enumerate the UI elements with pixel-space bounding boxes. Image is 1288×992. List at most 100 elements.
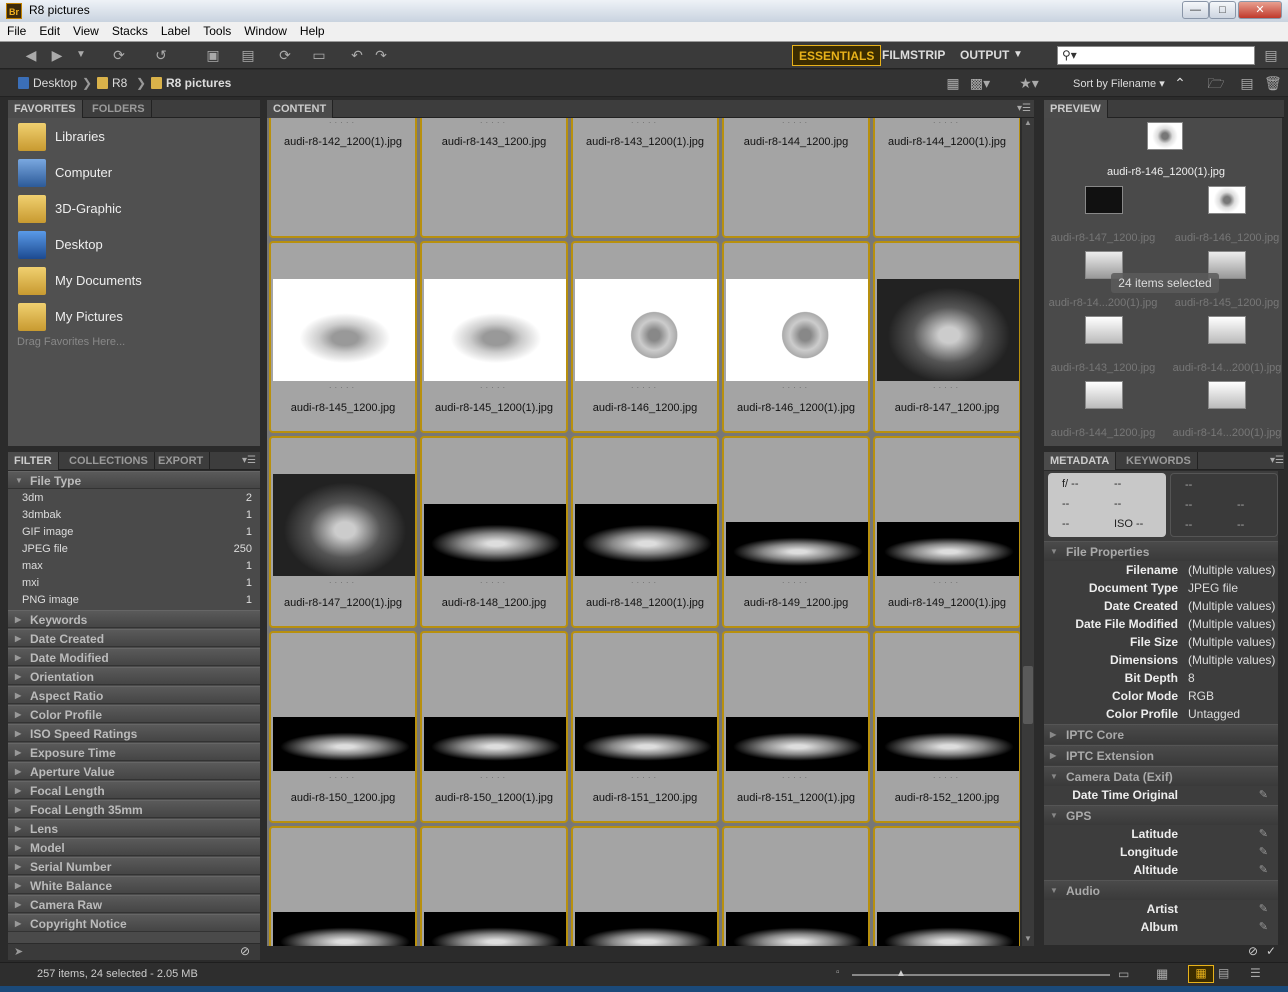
- metadata-row[interactable]: Dimensions (Multiple values): [1044, 653, 1278, 671]
- thumbnail-cell[interactable]: ····· audi-r8-151_1200.jpg: [571, 631, 719, 823]
- filter-section-color-profile[interactable]: ▶ Color Profile: [8, 705, 260, 723]
- metadata-row-gps[interactable]: Latitude ✎: [1044, 827, 1278, 845]
- filter-section-date-modified[interactable]: ▶ Date Modified: [8, 648, 260, 666]
- photoshop-icon[interactable]: ⟳: [274, 46, 296, 64]
- menu-help[interactable]: Help: [293, 22, 331, 38]
- edit-pencil-icon[interactable]: ✎: [1259, 827, 1268, 840]
- menu-tools[interactable]: Tools: [196, 22, 237, 38]
- rotate-right-icon[interactable]: ↷: [372, 46, 390, 64]
- preview-thumb[interactable]: [1208, 316, 1246, 344]
- preview-main-thumb[interactable]: [1147, 122, 1183, 150]
- thumbnail-cell[interactable]: ····· audi-r8-146_1200.jpg: [571, 241, 719, 433]
- metadata-row-audio[interactable]: Album ✎: [1044, 920, 1278, 938]
- section-audio[interactable]: ▼ Audio: [1044, 880, 1278, 900]
- rating-dots[interactable]: ·····: [724, 118, 868, 127]
- rotate-left-icon[interactable]: ↶: [348, 46, 366, 64]
- thumbnail-cell[interactable]: ····· audi-r8-148_1200.jpg: [420, 436, 568, 628]
- view-list-icon[interactable]: ☰: [1250, 966, 1261, 980]
- workspace-essentials[interactable]: ESSENTIALS: [792, 45, 882, 66]
- metadata-row-date-time-original[interactable]: Date Time Original ✎: [1044, 788, 1278, 806]
- rating-dots[interactable]: ·····: [573, 578, 717, 587]
- edit-pencil-icon[interactable]: ✎: [1259, 863, 1268, 876]
- favorite-my-pictures[interactable]: My Pictures: [16, 300, 260, 334]
- filter-file-type-row[interactable]: PNG image 1: [8, 592, 260, 609]
- tab-metadata[interactable]: METADATA: [1044, 452, 1117, 470]
- view-thumbnails-icon[interactable]: ▦: [1188, 965, 1214, 983]
- preview-thumb[interactable]: [1208, 186, 1246, 214]
- scroll-up-icon[interactable]: ▲: [1024, 118, 1032, 127]
- rating-dots[interactable]: ·····: [724, 578, 868, 587]
- preview-thumb[interactable]: [1208, 381, 1246, 409]
- favorite-3d-graphic[interactable]: 3D-Graphic: [16, 192, 260, 226]
- menu-window[interactable]: Window: [237, 22, 293, 38]
- history-dropdown-icon[interactable]: ▼: [72, 46, 90, 64]
- scrollbar-thumb[interactable]: [1023, 666, 1033, 724]
- back-arrow-icon[interactable]: ◀: [20, 46, 42, 64]
- filter-section-exposure-time[interactable]: ▶ Exposure Time: [8, 743, 260, 761]
- filter-file-type-row[interactable]: JPEG file 250: [8, 541, 260, 558]
- minimize-button[interactable]: —: [1182, 1, 1209, 19]
- thumbnail-cell[interactable]: [420, 826, 568, 946]
- tab-export[interactable]: EXPORT: [152, 452, 211, 470]
- thumbnail-cell[interactable]: ····· audi-r8-144_1200.jpg: [722, 118, 870, 238]
- filter-section-copyright-notice[interactable]: ▶ Copyright Notice: [8, 914, 260, 932]
- filter-section-white-balance[interactable]: ▶ White Balance: [8, 876, 260, 894]
- favorite-libraries[interactable]: Libraries: [16, 120, 260, 154]
- search-input[interactable]: ⚲▾: [1057, 46, 1255, 65]
- edit-pencil-icon[interactable]: ✎: [1259, 845, 1268, 858]
- apply-metadata-icon[interactable]: ✓: [1266, 944, 1276, 958]
- content-scrollbar[interactable]: ▲ ▼: [1022, 118, 1034, 946]
- workspace-output[interactable]: OUTPUT: [954, 45, 1015, 66]
- metadata-row[interactable]: Filename (Multiple values): [1044, 563, 1278, 581]
- metadata-row-gps[interactable]: Longitude ✎: [1044, 845, 1278, 863]
- tab-preview[interactable]: PREVIEW: [1044, 100, 1108, 118]
- metadata-row[interactable]: Document Type JPEG file: [1044, 581, 1278, 599]
- rating-dots[interactable]: ·····: [724, 383, 868, 392]
- rating-dots[interactable]: ·····: [875, 383, 1019, 392]
- tab-filter[interactable]: FILTER: [8, 452, 59, 470]
- pin-icon[interactable]: ➤: [14, 945, 23, 958]
- large-thumb-icon[interactable]: ▭: [1118, 967, 1129, 981]
- rating-dots[interactable]: ·····: [422, 383, 566, 392]
- favorite-my-documents[interactable]: My Documents: [16, 264, 260, 298]
- maximize-button[interactable]: □: [1209, 1, 1236, 19]
- tab-folders[interactable]: FOLDERS: [86, 100, 152, 118]
- open-recent-icon[interactable]: ▭: [302, 46, 336, 64]
- reveal-icon[interactable]: ⟳: [104, 46, 134, 64]
- rating-dots[interactable]: ·····: [573, 118, 717, 127]
- workspace-filmstrip[interactable]: FILMSTRIP: [876, 45, 951, 66]
- metadata-scrollbar[interactable]: [1278, 545, 1284, 945]
- preview-thumb[interactable]: [1085, 316, 1123, 344]
- forward-arrow-icon[interactable]: ▶: [46, 46, 68, 64]
- filter-file-type-row[interactable]: max 1: [8, 558, 260, 575]
- rating-dots[interactable]: ·····: [422, 773, 566, 782]
- scroll-down-icon[interactable]: ▼: [1024, 934, 1032, 943]
- thumbnail-cell[interactable]: ····· audi-r8-150_1200(1).jpg: [420, 631, 568, 823]
- section-gps[interactable]: ▼ GPS: [1044, 805, 1278, 825]
- metadata-row[interactable]: Color Mode RGB: [1044, 689, 1278, 707]
- filter-file-type-row[interactable]: 3dmbak 1: [8, 507, 260, 524]
- rating-dots[interactable]: ·····: [573, 383, 717, 392]
- metadata-row-audio[interactable]: Artist ✎: [1044, 902, 1278, 920]
- breadcrumb-r8[interactable]: R8: [97, 76, 127, 90]
- metadata-row-gps[interactable]: Altitude ✎: [1044, 863, 1278, 881]
- favorite-computer[interactable]: Computer: [16, 156, 260, 190]
- preview-thumb[interactable]: [1085, 381, 1123, 409]
- refine-icon[interactable]: ▤: [232, 46, 264, 64]
- thumbnail-cell[interactable]: ····· audi-r8-148_1200(1).jpg: [571, 436, 719, 628]
- panel-menu-icon[interactable]: ▾☰: [242, 455, 256, 466]
- thumbnail-cell[interactable]: [571, 826, 719, 946]
- thumbnail-cell[interactable]: ····· audi-r8-142_1200(1).jpg: [269, 118, 417, 238]
- filter-section-camera-raw[interactable]: ▶ Camera Raw: [8, 895, 260, 913]
- filter-section-focal-length-35mm[interactable]: ▶ Focal Length 35mm: [8, 800, 260, 818]
- thumbnail-cell[interactable]: ····· audi-r8-145_1200.jpg: [269, 241, 417, 433]
- thumbnail-cell[interactable]: ····· audi-r8-152_1200.jpg: [873, 631, 1020, 823]
- metadata-row[interactable]: Date File Modified (Multiple values): [1044, 617, 1278, 635]
- lock-grid-icon[interactable]: ▦: [1156, 966, 1168, 982]
- thumbnail-cell[interactable]: [722, 826, 870, 946]
- camera-icon[interactable]: ▣: [202, 46, 224, 64]
- rating-dots[interactable]: ·····: [271, 383, 415, 392]
- filter-section-serial-number[interactable]: ▶ Serial Number: [8, 857, 260, 875]
- rating-dots[interactable]: ·····: [875, 118, 1019, 127]
- edit-pencil-icon[interactable]: ✎: [1259, 788, 1268, 801]
